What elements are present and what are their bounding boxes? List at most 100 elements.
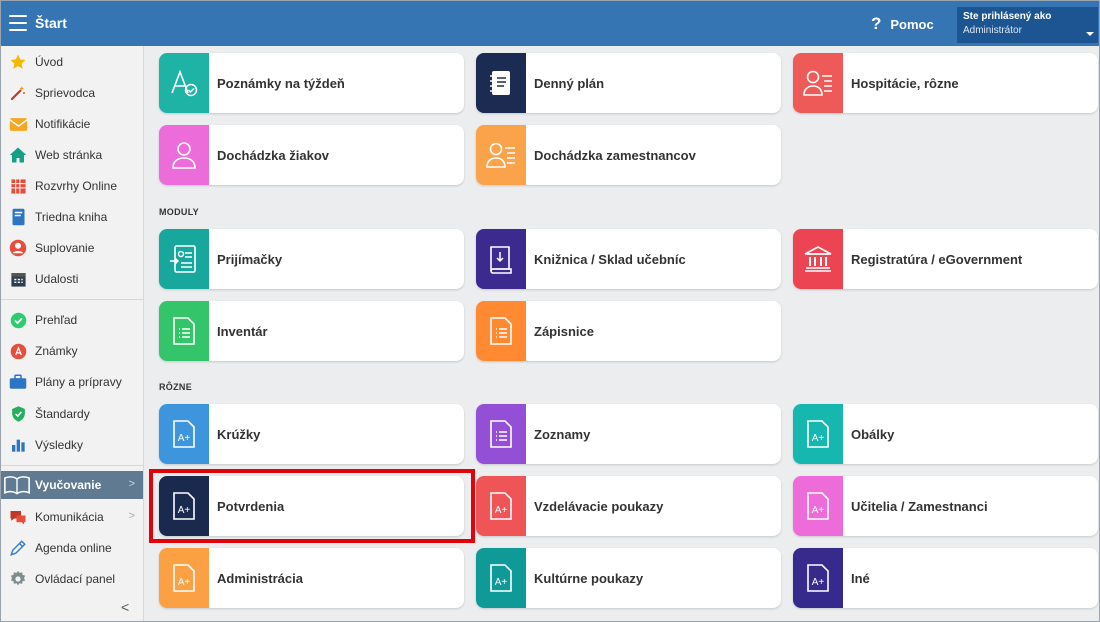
svg-text:A+: A+ xyxy=(812,433,825,444)
sidebar-item-ovladaci-panel[interactable]: Ovládací panel xyxy=(1,565,143,593)
sidebar-item-standardy[interactable]: Štandardy xyxy=(1,400,143,428)
sidebar-item-uvod[interactable]: Úvod xyxy=(1,48,143,76)
sidebar-item-udalosti[interactable]: Udalosti xyxy=(1,265,143,293)
tile-label: Denný plán xyxy=(534,75,605,91)
sidebar-item-rozvrhy[interactable]: Rozvrhy Online xyxy=(1,172,143,200)
grade-document-icon: A+ xyxy=(159,404,209,464)
tile-hospitacie[interactable]: Hospitácie, rôzne xyxy=(793,53,1098,113)
tile-kulturne-poukazy[interactable]: A+ Kultúrne poukazy xyxy=(476,548,781,608)
sidebar-item-label: Komunikácia xyxy=(35,510,104,524)
chevron-down-icon xyxy=(1086,32,1094,36)
tile-denny-plan[interactable]: Denný plán xyxy=(476,53,781,113)
collapse-sidebar-icon[interactable]: < xyxy=(121,599,129,615)
sidebar-item-vyucovanie[interactable]: Vyučovanie > xyxy=(1,471,143,499)
user-name: Administrátor xyxy=(963,25,1022,36)
tile-dochadzka-ziakov[interactable]: Dochádzka žiakov xyxy=(159,125,464,185)
highlight-box xyxy=(149,469,475,543)
notebook-icon xyxy=(476,53,526,113)
chat-icon xyxy=(8,507,28,527)
tile-dochadzka-zamestnancov[interactable]: Dochádzka zamestnancov xyxy=(476,125,781,185)
tile-administracia[interactable]: A+ Administrácia xyxy=(159,548,464,608)
sidebar-item-label: Rozvrhy Online xyxy=(35,179,118,193)
tile-registratura[interactable]: Registratúra / eGovernment xyxy=(793,229,1098,289)
user-menu[interactable]: Ste prihlásený ako Administrátor xyxy=(957,7,1098,43)
open-book-icon xyxy=(4,475,30,495)
sidebar-item-label: Triedna kniha xyxy=(35,210,108,224)
tile-label: Dochádzka žiakov xyxy=(217,147,329,163)
tile-label: Krúžky xyxy=(217,426,261,442)
sidebar-item-label: Web stránka xyxy=(35,148,103,162)
tile-label: Zoznamy xyxy=(534,426,591,442)
chevron-right-icon: > xyxy=(128,478,135,490)
tile-label: Učitelia / Zamestnanci xyxy=(851,498,988,514)
user-status-label: Ste prihlásený ako xyxy=(963,11,1052,22)
section-title-moduly: MODULY xyxy=(159,207,199,217)
calendar-grid-icon xyxy=(8,176,28,196)
sidebar-item-web[interactable]: Web stránka xyxy=(1,141,143,169)
sidebar-item-agenda[interactable]: Agenda online xyxy=(1,534,143,562)
shield-check-icon xyxy=(8,404,28,424)
tile-ucitelia-zamestnanci[interactable]: A+ Učitelia / Zamestnanci xyxy=(793,476,1098,536)
grade-document-icon: A+ xyxy=(159,548,209,608)
tile-label: Registratúra / eGovernment xyxy=(851,251,1023,267)
top-bar: Štart ? Pomoc Ste prihlásený ako Adminis… xyxy=(1,1,1099,46)
sidebar-item-label: Udalosti xyxy=(35,272,79,286)
document-list-icon xyxy=(476,301,526,361)
sidebar-item-komunikacia[interactable]: Komunikácia > xyxy=(1,503,143,531)
tile-zapisnice[interactable]: Zápisnice xyxy=(476,301,781,361)
sidebar-item-znamky[interactable]: Známky xyxy=(1,337,143,365)
document-list-icon xyxy=(476,404,526,464)
tile-obalky[interactable]: A+ Obálky xyxy=(793,404,1098,464)
tile-kruzky[interactable]: A+ Krúžky xyxy=(159,404,464,464)
sidebar: Úvod Sprievodca Notifikácie Web stránka … xyxy=(1,46,144,621)
sidebar-item-label: Prehľad xyxy=(35,313,78,327)
sidebar-item-label: Plány a prípravy xyxy=(35,375,122,389)
magic-wand-icon xyxy=(8,83,28,103)
sidebar-item-suplovanie[interactable]: Suplovanie xyxy=(1,234,143,262)
svg-text:A+: A+ xyxy=(495,505,508,516)
tile-poznamky-na-tyzden[interactable]: Poznámky na týždeň xyxy=(159,53,464,113)
help-label: Pomoc xyxy=(890,16,934,32)
sidebar-item-vysledky[interactable]: Výsledky xyxy=(1,431,143,459)
sidebar-item-label: Vyučovanie xyxy=(35,478,102,492)
sidebar-item-label: Výsledky xyxy=(35,438,84,452)
tile-ine[interactable]: A+ Iné xyxy=(793,548,1098,608)
bank-icon xyxy=(793,229,843,289)
svg-text:A+: A+ xyxy=(812,577,825,588)
sidebar-divider xyxy=(1,299,143,300)
sidebar-item-prehlad[interactable]: Prehľad xyxy=(1,306,143,334)
tile-label: Dochádzka zamestnancov xyxy=(534,147,696,163)
grade-document-icon: A+ xyxy=(476,476,526,536)
section-title-rozne: RÔZNE xyxy=(159,382,192,392)
home-icon xyxy=(8,145,28,165)
app-window: Štart ? Pomoc Ste prihlásený ako Adminis… xyxy=(0,0,1100,622)
tile-label: Hospitácie, rôzne xyxy=(851,75,959,91)
sidebar-item-label: Suplovanie xyxy=(35,241,95,255)
svg-text:A+: A+ xyxy=(178,577,191,588)
sidebar-item-triedna-kniha[interactable]: Triedna kniha xyxy=(1,203,143,231)
tile-label: Vzdelávacie poukazy xyxy=(534,498,664,514)
tile-label: Iné xyxy=(851,570,870,586)
tile-inventar[interactable]: Inventár xyxy=(159,301,464,361)
tile-vzdelavacie-poukazy[interactable]: A+ Vzdelávacie poukazy xyxy=(476,476,781,536)
gear-icon xyxy=(8,569,28,589)
tile-zoznamy[interactable]: Zoznamy xyxy=(476,404,781,464)
tile-prijimacky[interactable]: Prijímačky xyxy=(159,229,464,289)
menu-icon[interactable] xyxy=(9,15,27,31)
tile-label: Administrácia xyxy=(217,570,303,586)
tile-label: Knižnica / Sklad učebníc xyxy=(534,251,686,267)
person-list-icon xyxy=(793,53,843,113)
sidebar-item-sprievodca[interactable]: Sprievodca xyxy=(1,79,143,107)
sidebar-item-label: Ovládací panel xyxy=(35,572,116,586)
grade-icon xyxy=(8,341,28,361)
grade-document-icon: A+ xyxy=(793,548,843,608)
person-list-icon xyxy=(476,125,526,185)
sidebar-item-plany[interactable]: Plány a prípravy xyxy=(1,368,143,396)
sidebar-item-label: Agenda online xyxy=(35,541,112,555)
tile-kniznica[interactable]: Knižnica / Sklad učebníc xyxy=(476,229,781,289)
question-icon: ? xyxy=(871,14,882,33)
sidebar-item-notifikacie[interactable]: Notifikácie xyxy=(1,110,143,138)
briefcase-icon xyxy=(8,372,28,392)
help-button[interactable]: ? Pomoc xyxy=(871,14,934,34)
tile-label: Zápisnice xyxy=(534,323,594,339)
